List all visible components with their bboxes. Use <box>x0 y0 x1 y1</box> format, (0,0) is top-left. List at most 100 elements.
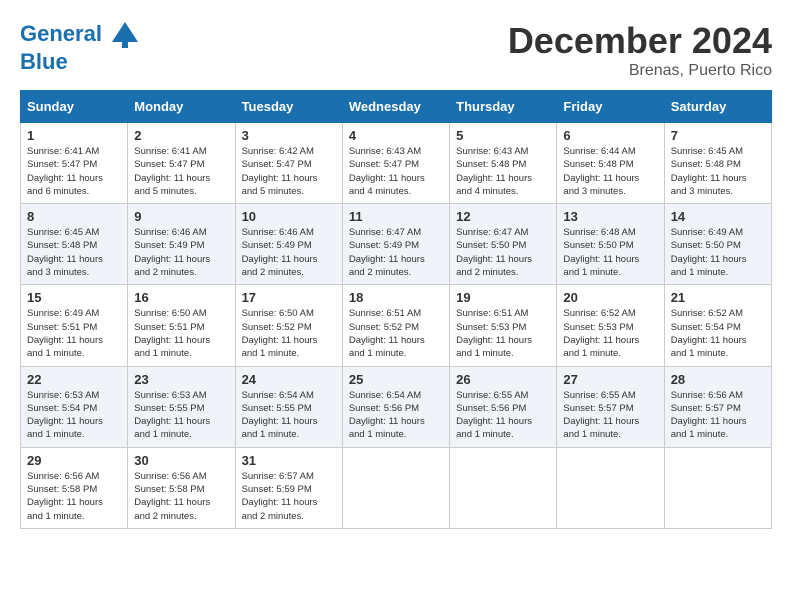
day-info: Sunrise: 6:46 AMSunset: 5:49 PMDaylight:… <box>242 226 336 279</box>
day-number: 27 <box>563 372 657 387</box>
day-info: Sunrise: 6:54 AMSunset: 5:55 PMDaylight:… <box>242 389 336 442</box>
day-info: Sunrise: 6:49 AMSunset: 5:50 PMDaylight:… <box>671 226 765 279</box>
calendar-cell: 28 Sunrise: 6:56 AMSunset: 5:57 PMDayligh… <box>664 366 771 447</box>
day-number: 8 <box>27 209 121 224</box>
day-info: Sunrise: 6:41 AMSunset: 5:47 PMDaylight:… <box>27 145 121 198</box>
day-info: Sunrise: 6:41 AMSunset: 5:47 PMDaylight:… <box>134 145 228 198</box>
day-info: Sunrise: 6:54 AMSunset: 5:56 PMDaylight:… <box>349 389 443 442</box>
day-info: Sunrise: 6:42 AMSunset: 5:47 PMDaylight:… <box>242 145 336 198</box>
day-info: Sunrise: 6:43 AMSunset: 5:48 PMDaylight:… <box>456 145 550 198</box>
day-number: 26 <box>456 372 550 387</box>
calendar-cell: 1 Sunrise: 6:41 AMSunset: 5:47 PMDaylight… <box>21 123 128 204</box>
calendar-cell: 6 Sunrise: 6:44 AMSunset: 5:48 PMDaylight… <box>557 123 664 204</box>
day-info: Sunrise: 6:56 AMSunset: 5:57 PMDaylight:… <box>671 389 765 442</box>
col-header-thursday: Thursday <box>450 91 557 123</box>
col-header-friday: Friday <box>557 91 664 123</box>
day-number: 16 <box>134 290 228 305</box>
day-info: Sunrise: 6:45 AMSunset: 5:48 PMDaylight:… <box>671 145 765 198</box>
calendar-cell: 15 Sunrise: 6:49 AMSunset: 5:51 PMDayligh… <box>21 285 128 366</box>
day-number: 18 <box>349 290 443 305</box>
col-header-wednesday: Wednesday <box>342 91 449 123</box>
day-number: 25 <box>349 372 443 387</box>
day-number: 13 <box>563 209 657 224</box>
calendar-cell: 27 Sunrise: 6:55 AMSunset: 5:57 PMDayligh… <box>557 366 664 447</box>
calendar-cell: 11Sunrise: 6:47 AMSunset: 5:49 PMDayligh… <box>342 204 449 285</box>
day-info: Sunrise: 6:44 AMSunset: 5:48 PMDaylight:… <box>563 145 657 198</box>
calendar-cell <box>664 447 771 528</box>
calendar-cell: 12 Sunrise: 6:47 AMSunset: 5:50 PMDayligh… <box>450 204 557 285</box>
day-info: Sunrise: 6:56 AMSunset: 5:58 PMDaylight:… <box>134 470 228 523</box>
calendar-cell: 8 Sunrise: 6:45 AMSunset: 5:48 PMDaylight… <box>21 204 128 285</box>
day-info: Sunrise: 6:43 AMSunset: 5:47 PMDaylight:… <box>349 145 443 198</box>
day-number: 2 <box>134 128 228 143</box>
calendar-cell: 4 Sunrise: 6:43 AMSunset: 5:47 PMDaylight… <box>342 123 449 204</box>
calendar-cell: 21 Sunrise: 6:52 AMSunset: 5:54 PMDayligh… <box>664 285 771 366</box>
title-section: December 2024 Brenas, Puerto Rico <box>508 20 772 80</box>
day-number: 9 <box>134 209 228 224</box>
day-info: Sunrise: 6:57 AMSunset: 5:59 PMDaylight:… <box>242 470 336 523</box>
day-number: 20 <box>563 290 657 305</box>
calendar-cell: 7 Sunrise: 6:45 AMSunset: 5:48 PMDaylight… <box>664 123 771 204</box>
day-info: Sunrise: 6:49 AMSunset: 5:51 PMDaylight:… <box>27 307 121 360</box>
calendar-cell: 10Sunrise: 6:46 AMSunset: 5:49 PMDayligh… <box>235 204 342 285</box>
logo-blue: Blue <box>20 50 140 74</box>
day-number: 23 <box>134 372 228 387</box>
day-info: Sunrise: 6:50 AMSunset: 5:52 PMDaylight:… <box>242 307 336 360</box>
calendar-cell <box>450 447 557 528</box>
day-info: Sunrise: 6:53 AMSunset: 5:54 PMDaylight:… <box>27 389 121 442</box>
calendar-cell: 5 Sunrise: 6:43 AMSunset: 5:48 PMDaylight… <box>450 123 557 204</box>
day-info: Sunrise: 6:50 AMSunset: 5:51 PMDaylight:… <box>134 307 228 360</box>
calendar-cell: 23Sunrise: 6:53 AMSunset: 5:55 PMDayligh… <box>128 366 235 447</box>
day-number: 5 <box>456 128 550 143</box>
calendar-cell: 20 Sunrise: 6:52 AMSunset: 5:53 PMDayligh… <box>557 285 664 366</box>
day-number: 4 <box>349 128 443 143</box>
calendar-week-1: 1 Sunrise: 6:41 AMSunset: 5:47 PMDaylight… <box>21 123 772 204</box>
day-info: Sunrise: 6:55 AMSunset: 5:57 PMDaylight:… <box>563 389 657 442</box>
day-number: 3 <box>242 128 336 143</box>
day-info: Sunrise: 6:45 AMSunset: 5:48 PMDaylight:… <box>27 226 121 279</box>
day-info: Sunrise: 6:47 AMSunset: 5:50 PMDaylight:… <box>456 226 550 279</box>
calendar-week-3: 15 Sunrise: 6:49 AMSunset: 5:51 PMDayligh… <box>21 285 772 366</box>
day-number: 7 <box>671 128 765 143</box>
col-header-saturday: Saturday <box>664 91 771 123</box>
calendar-week-5: 29 Sunrise: 6:56 AMSunset: 5:58 PMDayligh… <box>21 447 772 528</box>
day-number: 21 <box>671 290 765 305</box>
calendar-cell: 3 Sunrise: 6:42 AMSunset: 5:47 PMDaylight… <box>235 123 342 204</box>
calendar-cell: 17Sunrise: 6:50 AMSunset: 5:52 PMDayligh… <box>235 285 342 366</box>
calendar-cell: 9 Sunrise: 6:46 AMSunset: 5:49 PMDaylight… <box>128 204 235 285</box>
calendar-cell: 16 Sunrise: 6:50 AMSunset: 5:51 PMDayligh… <box>128 285 235 366</box>
calendar-cell: 2 Sunrise: 6:41 AMSunset: 5:47 PMDaylight… <box>128 123 235 204</box>
calendar-cell <box>342 447 449 528</box>
day-number: 30 <box>134 453 228 468</box>
calendar-cell: 18 Sunrise: 6:51 AMSunset: 5:52 PMDayligh… <box>342 285 449 366</box>
day-number: 31 <box>242 453 336 468</box>
day-number: 11 <box>349 209 443 224</box>
calendar-cell <box>557 447 664 528</box>
calendar-cell: 19Sunrise: 6:51 AMSunset: 5:53 PMDayligh… <box>450 285 557 366</box>
calendar-cell: 26Sunrise: 6:55 AMSunset: 5:56 PMDayligh… <box>450 366 557 447</box>
day-info: Sunrise: 6:52 AMSunset: 5:54 PMDaylight:… <box>671 307 765 360</box>
calendar-cell: 14 Sunrise: 6:49 AMSunset: 5:50 PMDayligh… <box>664 204 771 285</box>
day-number: 22 <box>27 372 121 387</box>
calendar-cell: 22 Sunrise: 6:53 AMSunset: 5:54 PMDayligh… <box>21 366 128 447</box>
day-number: 19 <box>456 290 550 305</box>
logo-text: General <box>20 20 140 50</box>
calendar-cell: 13 Sunrise: 6:48 AMSunset: 5:50 PMDayligh… <box>557 204 664 285</box>
calendar-table: SundayMondayTuesdayWednesdayThursdayFrid… <box>20 90 772 529</box>
day-info: Sunrise: 6:51 AMSunset: 5:52 PMDaylight:… <box>349 307 443 360</box>
day-number: 6 <box>563 128 657 143</box>
day-number: 29 <box>27 453 121 468</box>
day-info: Sunrise: 6:48 AMSunset: 5:50 PMDaylight:… <box>563 226 657 279</box>
day-number: 1 <box>27 128 121 143</box>
day-number: 14 <box>671 209 765 224</box>
day-number: 24 <box>242 372 336 387</box>
calendar-header-row: SundayMondayTuesdayWednesdayThursdayFrid… <box>21 91 772 123</box>
day-number: 15 <box>27 290 121 305</box>
calendar-cell: 24 Sunrise: 6:54 AMSunset: 5:55 PMDayligh… <box>235 366 342 447</box>
day-info: Sunrise: 6:46 AMSunset: 5:49 PMDaylight:… <box>134 226 228 279</box>
day-info: Sunrise: 6:52 AMSunset: 5:53 PMDaylight:… <box>563 307 657 360</box>
day-number: 12 <box>456 209 550 224</box>
calendar-cell: 25 Sunrise: 6:54 AMSunset: 5:56 PMDayligh… <box>342 366 449 447</box>
day-number: 28 <box>671 372 765 387</box>
col-header-sunday: Sunday <box>21 91 128 123</box>
